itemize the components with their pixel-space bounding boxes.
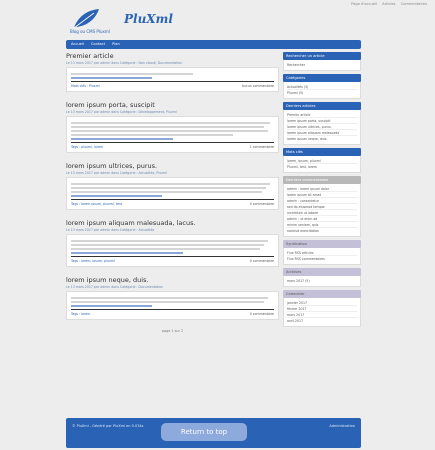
post-excerpt: Tags : pluxml, lorem 1 commentaire [66, 116, 279, 153]
post: lorem ipsum aliquam malesuada, lacus. Le… [66, 219, 279, 267]
list-item[interactable]: Pluxml, test, lorem [287, 164, 357, 170]
post-comments-link[interactable]: 0 commentaire [250, 312, 274, 316]
post-title[interactable]: lorem ipsum ultrices, purus. [66, 162, 279, 170]
post-title[interactable]: Premier article [66, 52, 279, 60]
post: lorem ipsum neque, duis. Le 13 mars 2017… [66, 276, 279, 320]
post-comments-link[interactable]: 0 commentaire [250, 259, 274, 263]
widget-title: Derniers articles [283, 102, 361, 110]
topbar-link-comments[interactable]: Commentaires [401, 2, 427, 6]
widget-recent-comments: Derniers commentaires admin : lorem ipsu… [283, 176, 361, 237]
widget-syndication: Syndication Flux RSS articles Flux RSS c… [283, 240, 361, 265]
post-excerpt: Tags : lorem, ipsum, pluxml 0 commentair… [66, 234, 279, 267]
widget-calendar: Calendrier janvier 2017 février 2017 mar… [283, 290, 361, 327]
post-excerpt: Tags : lorem ipsum, pluxml, test 0 comme… [66, 177, 279, 210]
widget-title: Rechercher un article [283, 52, 361, 60]
post: lorem ipsum ultrices, purus. Le 13 mars … [66, 162, 279, 210]
post-meta: Le 13 mars 2017 par admin dans Catégorie… [66, 285, 164, 289]
post-tags[interactable]: Tags : lorem ipsum, pluxml, test [71, 202, 122, 206]
post-meta: Le 13 mars 2017 par admin dans Catégorie… [66, 110, 177, 114]
widget-title: Mots clés [283, 148, 361, 156]
post-tags[interactable]: Tags : pluxml, lorem [71, 145, 103, 149]
post-title[interactable]: lorem ipsum aliquam malesuada, lacus. [66, 219, 279, 227]
post-title[interactable]: lorem ipsum porta, suscipit [66, 101, 279, 109]
post-tags[interactable]: Tags : lorem [71, 312, 90, 316]
return-to-top-button[interactable]: Return to top [161, 423, 247, 441]
footer-text: © PluXml - Généré par PluXml en 0.034s [72, 424, 144, 428]
widget-archives: Archives mars 2017 (5) [283, 268, 361, 287]
sidebar: Rechercher un article Rechercher Catégor… [283, 52, 361, 330]
post-excerpt: Tags : lorem 0 commentaire [66, 291, 279, 320]
main-navbar: Accueil Contact Plan [66, 40, 361, 49]
nav-link-contact[interactable]: Contact [91, 42, 105, 46]
widget-title: Calendrier [283, 290, 361, 298]
widget-title: Derniers commentaires [283, 176, 361, 184]
list-item[interactable]: nostrud exercitation [287, 228, 357, 234]
widget-categories: Catégories Actualités (3) Pluxml (5) [283, 74, 361, 99]
post-meta: Le 13 mars 2017 par admin dans Catégorie… [66, 228, 155, 232]
post: Premier article Le 13 mars 2017 par admi… [66, 52, 279, 92]
post-comments-link[interactable]: 1 commentaire [250, 145, 274, 149]
widget-title: Catégories [283, 74, 361, 82]
post-title[interactable]: lorem ipsum neque, duis. [66, 276, 279, 284]
topbar-link-home[interactable]: Page d'accueil [351, 2, 377, 6]
widget-search: Rechercher un article Rechercher [283, 52, 361, 71]
post-comments-link[interactable]: 0 commentaire [250, 202, 274, 206]
post-meta: Le 13 mars 2017 par admin dans Catégorie… [66, 61, 183, 65]
post-comments-link[interactable]: Aucun commentaire [242, 84, 274, 88]
widget-title: Syndication [283, 240, 361, 248]
topbar: Page d'accueil Articles Commentaires [347, 2, 427, 6]
post-meta: Le 13 mars 2017 par admin dans Catégorie… [66, 171, 167, 175]
widget-title: Archives [283, 268, 361, 276]
site-brand[interactable]: PluXml [124, 12, 173, 26]
rss-link[interactable]: Flux RSS commentaires [287, 256, 357, 262]
post-excerpt: Mots clés : Pluxml Aucun commentaire [66, 67, 279, 92]
nav-link-home[interactable]: Accueil [71, 42, 84, 46]
footer-admin-link[interactable]: Administration [329, 424, 355, 428]
list-item[interactable]: Pluxml (5) [287, 90, 357, 96]
post-tags[interactable]: Mots clés : Pluxml [71, 84, 100, 88]
leaf-logo-icon[interactable] [72, 8, 100, 30]
post: lorem ipsum porta, suscipit Le 13 mars 2… [66, 101, 279, 153]
topbar-link-articles[interactable]: Articles [382, 2, 395, 6]
logo-subtitle: Blog ou CMS Pluxml [70, 29, 110, 34]
widget-tags: Mots clés lorem, ipsum, pluxml Pluxml, t… [283, 148, 361, 173]
post-list: Premier article Le 13 mars 2017 par admi… [66, 52, 279, 397]
list-item[interactable]: lorem ipsum neque, duis. [287, 136, 357, 142]
list-item[interactable]: avril 2017 [287, 318, 357, 324]
list-item[interactable]: mars 2017 (5) [287, 278, 357, 284]
nav-link-plan[interactable]: Plan [112, 42, 120, 46]
search-button[interactable]: Rechercher [287, 62, 357, 68]
pagination[interactable]: page 1 sur 2 [66, 329, 279, 333]
post-tags[interactable]: Tags : lorem, ipsum, pluxml [71, 259, 115, 263]
widget-recent-posts: Derniers articles Premier article lorem … [283, 102, 361, 145]
